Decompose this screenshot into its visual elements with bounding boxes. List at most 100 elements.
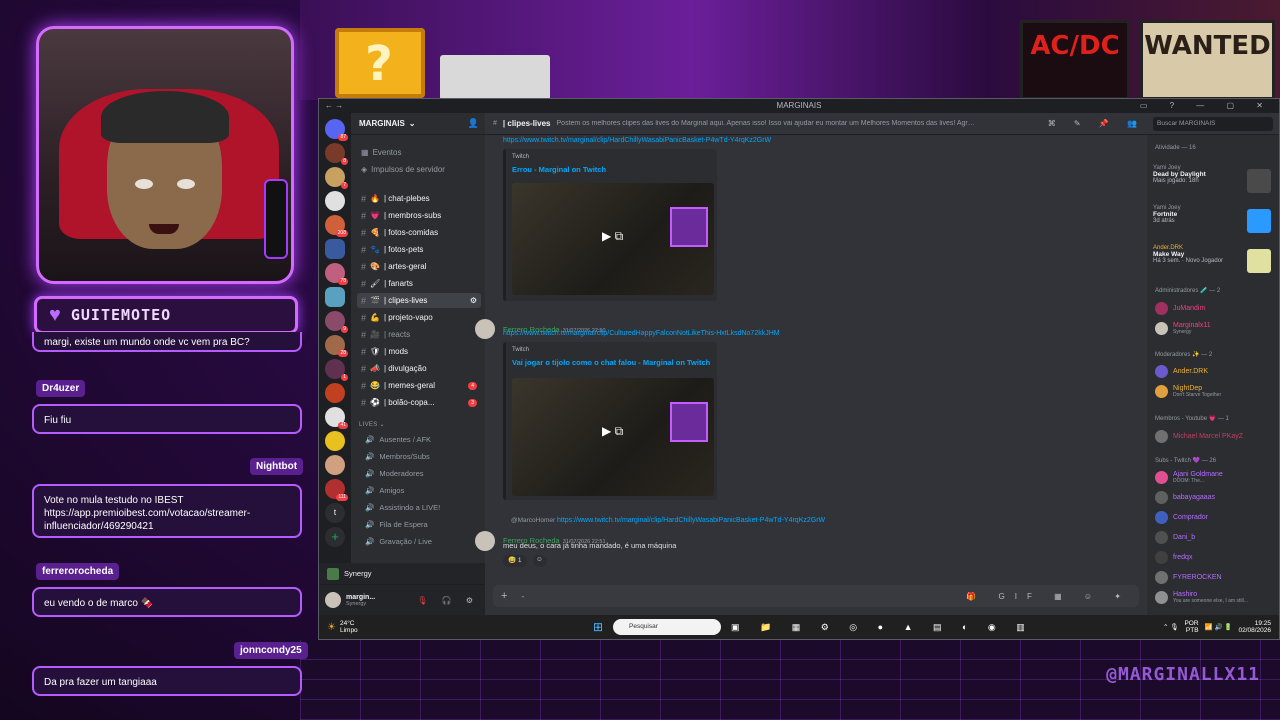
network-volume-icons[interactable]: 📶 🔊 🔋 <box>1205 623 1233 631</box>
composer-tools-icons[interactable]: 🎁 GIF ▦ ☺ ✦ <box>966 592 1131 601</box>
message-composer[interactable]: + - 🎁 GIF ▦ ☺ ✦ <box>493 585 1139 607</box>
message-link[interactable]: https://www.twitch.tv/marginal/clip/Cult… <box>503 330 780 337</box>
system-tray[interactable]: ⌃ 🎙 POR PTB 📶 🔊 🔋 19:25 02/08/2026 <box>1163 620 1271 634</box>
avatar[interactable] <box>325 592 341 608</box>
server-icon[interactable]: t <box>325 503 345 523</box>
add-member-icon[interactable]: 👤 <box>468 118 479 129</box>
embed-title[interactable]: Vai jogar o tijolo como o chat falou - M… <box>512 358 717 367</box>
add-server-icon[interactable]: + <box>325 527 345 547</box>
weather-widget[interactable]: ☀ 24°C Limpo <box>327 620 358 634</box>
member-item[interactable]: Ander.DRK <box>1155 362 1275 380</box>
console-decor <box>440 55 550 100</box>
server-icon[interactable]: 9 <box>325 311 348 333</box>
channel-clipes-lives[interactable]: # 🎬 | clipes-lives ⚙ <box>357 293 481 308</box>
pinned-apps-icons[interactable]: ▣ 📁 ▦ ⚙ ◎ ● ▲ ▤ ◐ ◉ ▥ <box>731 622 1034 633</box>
server-icon[interactable]: 7 <box>325 167 348 189</box>
server-icon[interactable]: 1 <box>325 359 348 381</box>
avatar[interactable] <box>475 319 495 339</box>
server-icon[interactable]: 111 <box>325 479 348 501</box>
embed-provider: Twitch <box>512 154 530 160</box>
activity-panel[interactable]: Synergy <box>319 563 485 585</box>
role-header: Moderadores ✨ — 2 <box>1155 352 1213 358</box>
window-controls[interactable]: ▭ ? — ▢ ✕ <box>1140 99 1273 113</box>
folder-icon[interactable] <box>325 239 345 259</box>
search-input[interactable]: Buscar MARGINAIS <box>1153 116 1273 131</box>
channel-topic[interactable]: Postem os melhores clipes das lives do M… <box>557 120 977 127</box>
server-icon-active[interactable] <box>325 287 345 307</box>
server-icon[interactable] <box>325 455 345 475</box>
activity-card[interactable]: Yami Joey Dead by Daylight Mais jogado: … <box>1153 165 1273 199</box>
server-icon[interactable]: 78 <box>325 263 348 285</box>
member-item[interactable]: Dani_b <box>1155 528 1275 546</box>
voice-channel[interactable]: 🔊 Moderadores <box>365 469 424 478</box>
reply-preview[interactable]: @MarcoHomer https://www.twitch.tv/margin… <box>511 517 825 524</box>
taskbar-search-input[interactable]: Pesquisar <box>613 619 721 635</box>
embed-title[interactable]: Errou - Marginal on Twitch <box>512 165 717 174</box>
voice-channel[interactable]: 🔊 Assistindo a LIVE! <box>365 503 440 512</box>
voice-channel[interactable]: 🔊 Gravação / Live <box>365 537 432 546</box>
voice-channel[interactable]: 🔊 Ausentes / AFK <box>365 435 431 444</box>
tray-icons[interactable]: ⌃ 🎙 <box>1163 623 1179 631</box>
member-item[interactable]: NightDep Don't Starve Together <box>1155 382 1275 400</box>
member-item[interactable]: Hashiro You are someone else, I am still.… <box>1155 588 1275 606</box>
server-icon[interactable] <box>325 383 345 403</box>
add-reaction-icon[interactable]: ☺ <box>533 555 547 567</box>
voice-channel[interactable]: 🔊 Membros/Subs <box>365 452 430 461</box>
voice-channel[interactable]: 🔊 Amigos <box>365 486 404 495</box>
member-item[interactable]: Ajani Goldmane DOOM: The... <box>1155 468 1275 486</box>
direct-messages-icon[interactable]: 87 <box>325 119 348 141</box>
clock-time: 19:25 <box>1254 620 1271 627</box>
channel-chat-plebes[interactable]: # 🔥 | chat-plebes <box>357 191 481 206</box>
play-icon[interactable]: ▶ ⧉ <box>602 229 623 244</box>
channel-fanarts[interactable]: # 🖌 | fanarts <box>357 276 481 291</box>
member-item[interactable]: fredqx <box>1155 548 1275 566</box>
channel-sidebar: MARGINAIS ⌄ 👤 ▦ Eventos ◈ Impulsos de serv… <box>351 113 485 615</box>
embed-provider: Twitch <box>512 347 530 353</box>
activity-card[interactable]: Ander.DRK Make Way Há 3 sem. · Novo Joga… <box>1153 245 1273 279</box>
server-icon[interactable]: 8 <box>325 143 348 165</box>
message-input[interactable]: - <box>521 592 524 601</box>
avatar[interactable] <box>475 531 495 551</box>
settings-gear-icon[interactable]: ⚙ <box>470 296 477 305</box>
channel-reacts[interactable]: # 🎥 | reacts <box>357 327 481 342</box>
channel-projeto-vapo[interactable]: # 💪 | projeto-vapo <box>357 310 481 325</box>
member-item[interactable]: JuMandim <box>1155 299 1275 317</box>
member-item[interactable]: Marginalx11 Synergy <box>1155 319 1275 337</box>
server-icon[interactable]: 208 <box>325 215 348 237</box>
member-item[interactable]: Comprador <box>1155 508 1275 526</box>
channel-membros-subs[interactable]: # 💗 | membros-subs <box>357 208 481 223</box>
video-thumbnail[interactable]: ▶ ⧉ <box>512 183 714 295</box>
title-bar: ← → MARGINAIS ▭ ? — ▢ ✕ <box>319 99 1279 113</box>
boosts-item[interactable]: ◈ Impulsos de servidor <box>357 162 481 177</box>
user-panel: margin... Synergy 🎙 🎧 ⚙ <box>319 585 485 615</box>
events-item[interactable]: ▦ Eventos <box>357 145 481 160</box>
channel-artes-geral[interactable]: # 🎨 | artes-geral <box>357 259 481 274</box>
header-toolbar-icons[interactable]: ⌘ ✎ 📌 👥 <box>1048 119 1145 128</box>
speaker-icon: 🔊 <box>365 469 375 478</box>
member-item[interactable]: Michael Marcel PKayZ <box>1155 427 1275 445</box>
channel-mods[interactable]: # 🛡 | mods <box>357 344 481 359</box>
reaction-chip[interactable]: 😅 1 <box>503 555 527 567</box>
video-thumbnail[interactable]: ▶ ⧉ <box>512 378 714 496</box>
channel-memes-geral[interactable]: # 😂 | memes-geral 4 <box>357 378 481 393</box>
channel-fotos-pets[interactable]: # 🐾 | fotos-pets <box>357 242 481 257</box>
member-item[interactable]: FYREROCKEN <box>1155 568 1275 586</box>
member-item[interactable]: babayagaaas <box>1155 488 1275 506</box>
server-icon[interactable] <box>325 431 345 451</box>
windows-start-icon[interactable]: ⊞ <box>593 620 603 634</box>
activity-card[interactable]: Yami Joey Fortnite 3d atrás <box>1153 205 1273 239</box>
voice-category[interactable]: LIVES ⌄ <box>359 421 385 428</box>
play-icon[interactable]: ▶ ⧉ <box>602 424 623 439</box>
channel-divulgacao[interactable]: # 📣 | divulgação <box>357 361 481 376</box>
back-forward-icons[interactable]: ← → <box>325 99 343 113</box>
channel-fotos-comidas[interactable]: # 🍕 | fotos-comidas <box>357 225 481 240</box>
server-header[interactable]: MARGINAIS ⌄ 👤 <box>351 113 485 135</box>
mute-deafen-settings-icons[interactable]: 🎙 🎧 ⚙ <box>417 596 479 605</box>
server-icon[interactable]: 41 <box>325 407 348 429</box>
attach-plus-icon[interactable]: + <box>501 590 507 602</box>
voice-channel[interactable]: 🔊 Fila de Espera <box>365 520 428 529</box>
server-icon[interactable]: 28 <box>325 335 348 357</box>
message-link[interactable]: https://www.twitch.tv/marginal/clip/Hard… <box>503 137 771 144</box>
server-icon[interactable] <box>325 191 345 211</box>
channel-bolao-copa[interactable]: # ⚽ | bolão-copa... 3 <box>357 395 481 410</box>
